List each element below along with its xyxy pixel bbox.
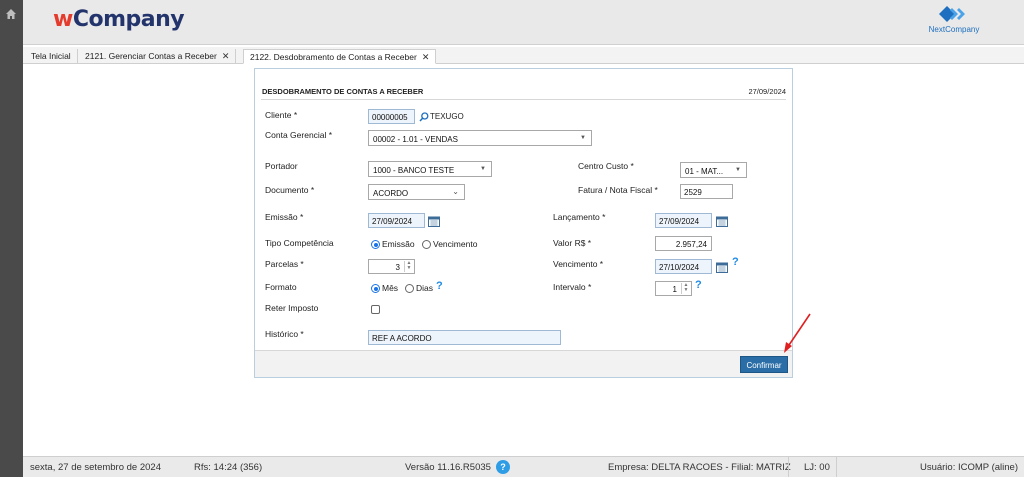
status-divider <box>788 457 789 477</box>
tab-gerenciar-contas[interactable]: 2121. Gerenciar Contas a Receber ✕ <box>79 49 237 64</box>
radio-mes[interactable] <box>371 284 380 293</box>
select-value: 1000 - BANCO TESTE <box>373 166 455 175</box>
cliente-code-input[interactable]: 00000005 <box>368 109 415 124</box>
fatura-input[interactable]: 2529 <box>680 184 733 199</box>
help-icon[interactable]: ? <box>695 279 702 291</box>
emissao-label: Emissão * <box>265 212 304 222</box>
help-icon[interactable]: ? <box>436 280 443 292</box>
fatura-label: Fatura / Nota Fiscal * <box>578 185 658 195</box>
calendar-icon[interactable] <box>716 262 728 273</box>
help-icon[interactable]: ? <box>732 256 739 268</box>
select-value: ACORDO <box>373 189 409 198</box>
select-value: 00002 - 1.01 - VENDAS <box>373 135 458 144</box>
parcelas-label: Parcelas * <box>265 259 304 269</box>
tipo-competencia-label: Tipo Competência <box>265 238 334 248</box>
tab-label: 2121. Gerenciar Contas a Receber <box>85 51 217 61</box>
form-date: 27/09/2024 <box>748 87 786 96</box>
status-empresa: Empresa: DELTA RACOES - Filial: MATRIZ <box>608 462 791 473</box>
caret-down-icon: ▼ <box>735 167 741 173</box>
conta-gerencial-label: Conta Gerencial * <box>265 130 333 140</box>
status-divider <box>836 457 837 477</box>
calendar-icon[interactable] <box>428 216 440 227</box>
annotation-arrow-icon <box>784 313 811 353</box>
documento-label: Documento * <box>265 185 315 195</box>
centro-custo-label: Centro Custo * <box>578 161 634 171</box>
intervalo-label: Intervalo * <box>553 282 592 292</box>
valor-input[interactable]: 2.957,24 <box>655 236 712 251</box>
tab-strip: Tela Inicial 2121. Gerenciar Contas a Re… <box>23 47 1024 64</box>
select-value: 01 - MAT... <box>685 167 724 176</box>
radio-mes-label: Mês <box>382 283 399 293</box>
status-datetime: sexta, 27 de setembro de 2024 <box>30 462 161 473</box>
left-sidebar <box>0 0 23 477</box>
desdobramento-form-panel: DESDOBRAMENTO DE CONTAS A RECEBER 27/09/… <box>254 68 793 378</box>
confirm-button[interactable]: Confirmar <box>740 356 788 373</box>
nextcompany-diamond-icon <box>939 6 965 22</box>
lancamento-label: Lançamento * <box>553 212 606 222</box>
formato-label: Formato <box>265 282 297 292</box>
historico-label: Histórico * <box>265 329 304 339</box>
status-version: Versão 11.16.R5035 <box>405 462 491 473</box>
form-footer: Confirmar <box>255 350 792 377</box>
page-title: DESDOBRAMENTO DE CONTAS A RECEBER <box>262 87 424 96</box>
reter-imposto-label: Reter Imposto <box>265 303 319 313</box>
radio-emissao[interactable] <box>371 240 380 249</box>
tab-label: 2122. Desdobramento de Contas a Receber <box>250 52 417 62</box>
wcompany-logo[interactable]: wCompany <box>53 7 185 32</box>
status-usuario: Usuário: ICOMP (aline) <box>919 462 1018 473</box>
calendar-icon[interactable] <box>716 216 728 227</box>
stepper-arrows-icon[interactable]: ▲ ▼ <box>681 283 690 294</box>
caret-down-icon: ▼ <box>580 135 586 141</box>
radio-vencimento-label: Vencimento <box>433 239 478 249</box>
top-header: wCompany NextCompany <box>23 0 1024 45</box>
vencimento-date-input[interactable]: 27/10/2024 <box>655 259 712 274</box>
documento-select[interactable]: ACORDO ⌄ <box>368 184 465 200</box>
home-icon[interactable] <box>5 8 17 20</box>
historico-input[interactable]: REF A ACORDO <box>368 330 561 345</box>
cliente-name: TEXUGO <box>430 112 464 121</box>
tab-label: Tela Inicial <box>31 51 71 61</box>
intervalo-stepper[interactable]: 1 ▲ ▼ <box>655 281 692 296</box>
portador-select[interactable]: 1000 - BANCO TESTE ▼ <box>368 161 492 177</box>
tab-desdobramento[interactable]: 2122. Desdobramento de Contas a Receber ✕ <box>243 49 437 64</box>
radio-vencimento[interactable] <box>422 240 431 249</box>
search-icon[interactable] <box>419 112 429 122</box>
status-rfs: Rfs: 14:24 (356) <box>194 462 263 473</box>
stepper-value: 1 <box>672 285 677 294</box>
tab-tela-inicial[interactable]: Tela Inicial <box>25 49 78 64</box>
close-icon[interactable]: ✕ <box>422 52 430 62</box>
radio-dias[interactable] <box>405 284 414 293</box>
reter-imposto-checkbox[interactable] <box>371 305 380 314</box>
vencimento-label: Vencimento * <box>553 259 604 269</box>
nextcompany-logo: NextCompany <box>924 4 984 40</box>
radio-dias-label: Dias <box>416 283 434 293</box>
info-icon[interactable]: ? <box>496 460 510 474</box>
emissao-date-input[interactable]: 27/09/2024 <box>368 213 425 228</box>
conta-gerencial-select[interactable]: 00002 - 1.01 - VENDAS ▼ <box>368 130 592 146</box>
stepper-value: 3 <box>395 263 400 272</box>
close-icon[interactable]: ✕ <box>222 51 230 61</box>
stepper-arrows-icon[interactable]: ▲ ▼ <box>404 261 413 272</box>
portador-label: Portador <box>265 161 298 171</box>
status-lj: LJ: 00 <box>804 462 830 473</box>
lancamento-date-input[interactable]: 27/09/2024 <box>655 213 712 228</box>
caret-down-icon: ▼ <box>480 166 486 172</box>
title-divider <box>261 99 786 100</box>
parcelas-stepper[interactable]: 3 ▲ ▼ <box>368 259 415 274</box>
nextcompany-text: NextCompany <box>928 25 980 34</box>
centro-custo-select[interactable]: 01 - MAT... ▼ <box>680 162 747 178</box>
status-bar: sexta, 27 de setembro de 2024 Rfs: 14:24… <box>23 456 1024 477</box>
chevron-down-icon: ⌄ <box>452 187 459 196</box>
cliente-label: Cliente * <box>265 110 298 120</box>
valor-label: Valor R$ * <box>553 238 592 248</box>
radio-emissao-label: Emissão <box>382 239 415 249</box>
